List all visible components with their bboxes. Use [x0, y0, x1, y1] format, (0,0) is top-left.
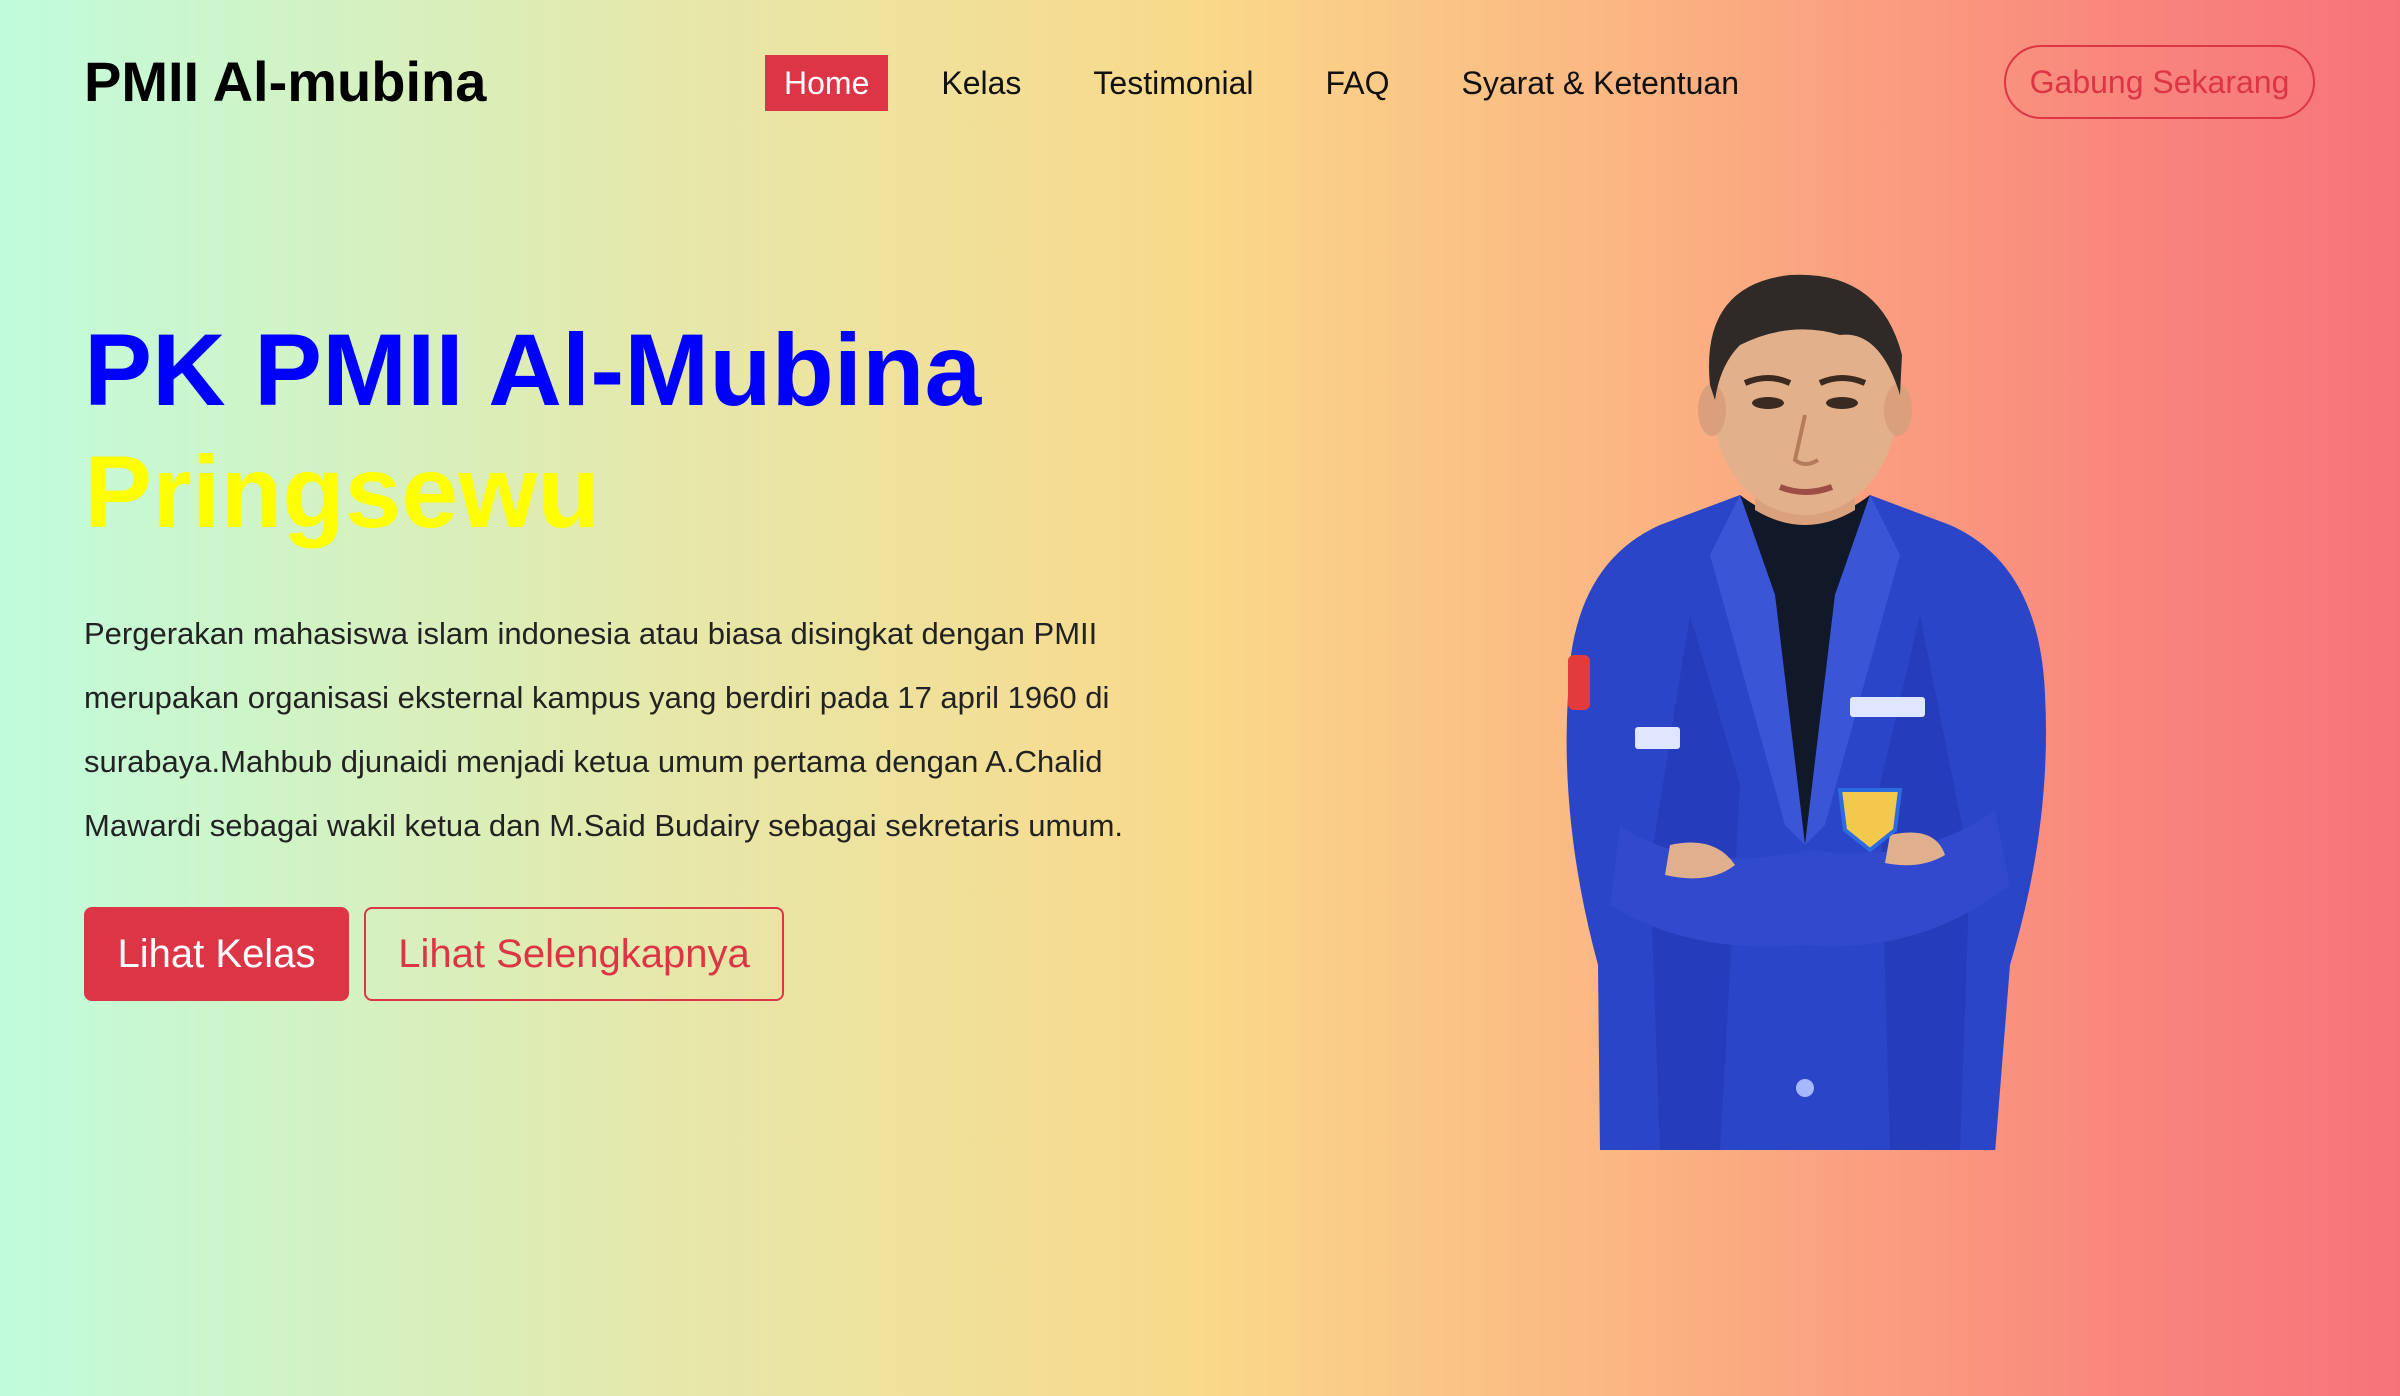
brand-logo-text[interactable]: PMII Al-mubina: [84, 48, 486, 116]
name-badge: [1850, 697, 1925, 717]
hero-title: PK PMII Al-Mubina: [84, 313, 982, 427]
chest-badge-left: [1635, 727, 1680, 749]
left-ear: [1698, 384, 1726, 436]
join-now-button[interactable]: Gabung Sekarang: [2004, 45, 2315, 119]
hero-subtitle: Pringsewu: [84, 435, 600, 549]
hero-description: Pergerakan mahasiswa islam indonesia ata…: [84, 616, 1123, 843]
jacket-button: [1796, 1079, 1814, 1097]
view-classes-button[interactable]: Lihat Kelas: [84, 907, 349, 1001]
nav-link-kelas[interactable]: Kelas: [922, 55, 1040, 111]
nav-links: Home Kelas Testimonial FAQ Syarat & Kete…: [765, 55, 1792, 111]
nav-link-home[interactable]: Home: [765, 55, 889, 111]
portrait-photo: [1540, 265, 2070, 1153]
right-ear: [1884, 384, 1912, 436]
right-eye: [1826, 397, 1858, 409]
navbar: PMII Al-mubina Home Kelas Testimonial FA…: [0, 0, 2400, 165]
sleeve-badge: [1568, 655, 1590, 710]
left-eye: [1752, 397, 1784, 409]
nav-link-faq[interactable]: FAQ: [1306, 55, 1408, 111]
nav-link-testimonial[interactable]: Testimonial: [1074, 55, 1272, 111]
view-more-button[interactable]: Lihat Selengkapnya: [364, 907, 784, 1001]
nav-link-syarat-ketentuan[interactable]: Syarat & Ketentuan: [1442, 55, 1758, 111]
